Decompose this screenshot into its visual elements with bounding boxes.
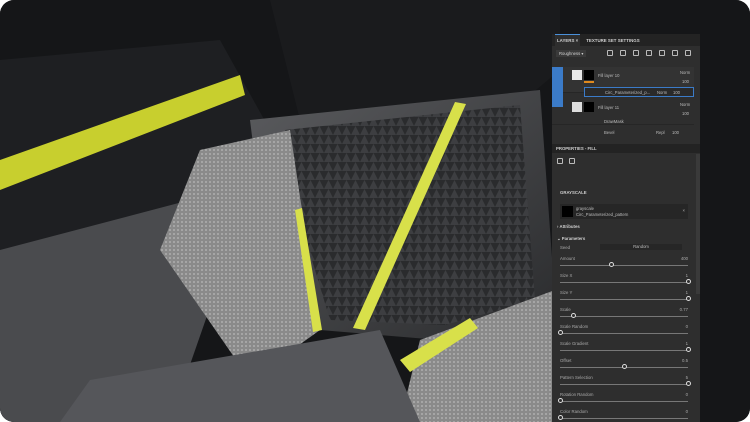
scrollbar[interactable] [696, 154, 700, 294]
trash-icon[interactable] [685, 50, 691, 56]
tab-texture-set-settings[interactable]: TEXTURE SET SETTINGS [586, 38, 639, 43]
paint-icon[interactable] [607, 50, 613, 56]
material-mode-icon[interactable] [557, 158, 563, 164]
tab-layers[interactable]: LAYERS × [555, 34, 581, 46]
layers-tabbar: LAYERS × TEXTURE SET SETTINGS [552, 34, 700, 46]
mask-icon[interactable] [646, 50, 652, 56]
effect-row[interactable]: DrawMask [552, 117, 694, 127]
opacity[interactable]: 100 [673, 90, 680, 95]
layer-name: Fill layer 11 [598, 105, 620, 110]
tab-label: LAYERS [557, 38, 575, 43]
opacity[interactable]: 100 [682, 111, 689, 116]
slider-track [560, 333, 688, 334]
close-icon[interactable]: × [576, 38, 579, 43]
slider-knob[interactable] [686, 279, 691, 284]
slider[interactable] [560, 363, 688, 372]
slider[interactable] [560, 295, 691, 304]
opacity[interactable]: 100 [672, 130, 679, 135]
slider[interactable] [560, 346, 691, 355]
effect-icon[interactable] [659, 50, 665, 56]
parameters-label: Parameters [561, 236, 586, 241]
channel-value: Roughness [559, 50, 581, 56]
slider[interactable] [558, 397, 688, 406]
slider-knob[interactable] [570, 313, 576, 318]
seed-label: Seed [560, 245, 571, 250]
slider-track [560, 418, 688, 419]
slider-track [560, 350, 688, 351]
slider-track [560, 384, 688, 385]
slider[interactable] [560, 261, 688, 270]
blend-mode[interactable]: Norm [680, 70, 690, 75]
properties-header: PROPERTIES - FILL [552, 144, 700, 153]
slider[interactable] [560, 312, 688, 321]
effect-row[interactable]: Bevel Repl 100 [552, 128, 694, 138]
slider-track [560, 401, 688, 402]
slider-knob[interactable] [622, 364, 627, 369]
fill-icon[interactable] [620, 50, 626, 56]
slider-knob[interactable] [686, 347, 691, 352]
slider[interactable] [560, 380, 691, 389]
attributes-toggle[interactable]: › Attributes [557, 224, 580, 229]
blend-mode[interactable]: Norm [680, 102, 690, 107]
effect-name: Bevel [604, 130, 615, 135]
attributes-label: Attributes [559, 224, 580, 229]
slider-knob[interactable] [558, 415, 563, 420]
brush-icon[interactable] [633, 50, 639, 56]
substance-side-panel: LAYERS × TEXTURE SET SETTINGS Roughness … [552, 34, 700, 422]
layer-name: Fill layer 10 [598, 73, 620, 78]
resource-file: Circ_Parameterized_pattern [576, 212, 629, 217]
blend-mode[interactable]: Norm [657, 90, 667, 95]
channel-dropdown[interactable]: Roughness ▾ [556, 49, 587, 57]
resource-slot[interactable]: grayscale Circ_Parameterized_pattern × [560, 204, 688, 219]
screenshot-frame: LAYERS × TEXTURE SET SETTINGS Roughness … [0, 0, 750, 422]
effect-row[interactable]: Circ_Parameterized_p... Norm 100 [584, 87, 694, 97]
slider-knob[interactable] [609, 262, 615, 267]
slider-knob[interactable] [558, 398, 563, 403]
slider[interactable] [560, 278, 691, 287]
slider[interactable] [558, 329, 688, 338]
opacity[interactable]: 100 [682, 79, 689, 84]
slider-knob[interactable] [558, 330, 563, 335]
split-mode-icon[interactable] [569, 158, 575, 164]
slider-track [560, 299, 688, 300]
slider-track [560, 282, 688, 283]
slider-knob[interactable] [686, 296, 691, 301]
seed-random-button[interactable]: Random [600, 244, 682, 250]
slider-knob[interactable] [686, 381, 691, 386]
slider-track [560, 316, 688, 317]
folder-icon[interactable] [672, 50, 678, 56]
effect-name: Circ_Parameterized_p... [605, 90, 651, 95]
close-icon[interactable]: × [683, 208, 685, 213]
effect-name: DrawMask [604, 119, 624, 124]
blend-mode[interactable]: Repl [656, 130, 665, 135]
section-title: GRAYSCALE [560, 190, 587, 195]
slider[interactable] [558, 414, 688, 422]
slider-track [560, 265, 688, 266]
parameters-toggle[interactable]: ⌄ Parameters [557, 236, 585, 242]
resource-name: grayscale [576, 206, 594, 211]
